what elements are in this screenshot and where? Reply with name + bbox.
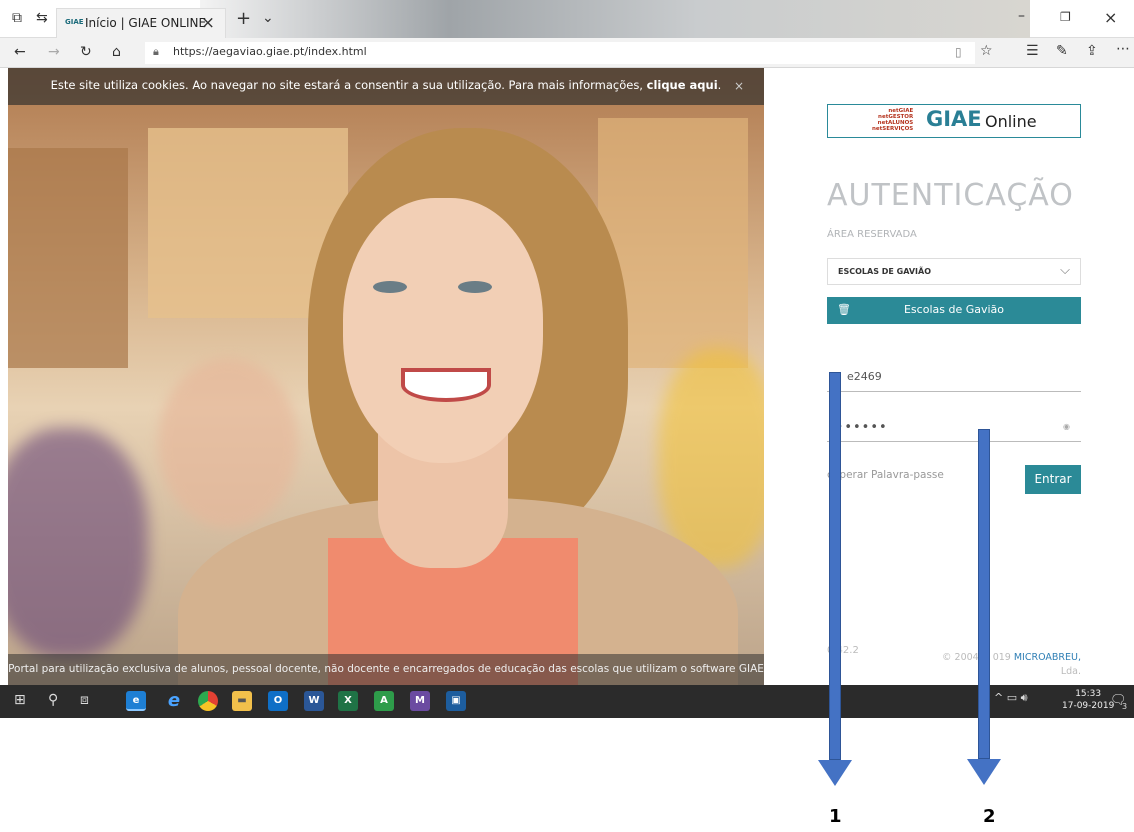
recover-password-link[interactable]: cuperar Palavra-passe [827, 469, 944, 481]
tab-set-icon[interactable]: ⧉ [12, 10, 22, 26]
cookie-text-end: . [717, 78, 722, 92]
reading-view-icon[interactable]: ▯ [955, 45, 962, 59]
logo-online: Online [985, 112, 1037, 131]
home-icon[interactable]: ⌂ [112, 44, 121, 60]
windows-start-icon[interactable]: ⊞ [14, 692, 26, 708]
copyright-end: Lda. [1060, 666, 1081, 677]
forward-icon[interactable]: → [48, 44, 60, 60]
cookie-close-icon[interactable]: × [734, 79, 744, 93]
new-tab-icon[interactable]: + [236, 8, 251, 29]
excel-icon[interactable]: X [338, 691, 358, 711]
tab-title: Início | GIAE ONLINE [85, 16, 207, 30]
tab-bar: ⧉ ⇆ GIAE Início | GIAE ONLINE × + ⌄ – ❐ … [0, 0, 1134, 38]
trash-icon[interactable]: 🗑︎ [837, 303, 851, 316]
app-m-icon[interactable]: M [410, 691, 430, 711]
search-icon[interactable]: ⚲ [48, 692, 58, 708]
annotation-arrow-2-head [967, 759, 1001, 785]
internet-explorer-icon[interactable]: e [164, 691, 184, 711]
show-password-icon[interactable]: ◉ [1063, 422, 1071, 431]
clock[interactable]: 15:33 17-09-2019 [1062, 688, 1114, 712]
edge-icon[interactable]: e [126, 691, 146, 711]
school-select-value: ESCOLAS DE GAVIÃO [838, 267, 931, 276]
word-icon[interactable]: W [304, 691, 324, 711]
outlook-icon[interactable]: O [268, 691, 288, 711]
tab-back-icon[interactable]: ⇆ [36, 10, 48, 26]
username-input[interactable]: e2469 [827, 364, 1081, 392]
more-icon[interactable]: ⋯ [1116, 41, 1130, 57]
address-bar-row: ← → ↻ ⌂ 🔒︎ https://aegaviao.giae.pt/inde… [0, 38, 1134, 68]
chevron-down-icon: ⌵ [1060, 263, 1070, 278]
logo-product-list: netGIAE netGESTOR netALUNOS netSERVIÇOS [872, 108, 914, 132]
hero-photo [8, 68, 764, 685]
favorite-star-icon[interactable]: ☆ [980, 43, 993, 59]
annotation-label-2: 2 [983, 806, 996, 827]
browser-tab[interactable]: GIAE Início | GIAE ONLINE × [56, 8, 226, 38]
annotation-arrow-1-head [818, 760, 852, 786]
copyright: © 2004 019 MICROABREU, Lda. [916, 651, 1081, 679]
school-select[interactable]: ESCOLAS DE GAVIÃO ⌵ [827, 258, 1081, 285]
cookie-text: Este site utiliza cookies. Ao navegar no… [50, 78, 647, 92]
annotation-arrow-1-shaft [829, 372, 841, 760]
area-label: ÁREA RESERVADA [827, 229, 917, 240]
password-input[interactable]: ••••••• ◉ [827, 416, 1081, 442]
pen-icon[interactable]: ✎ [1056, 43, 1068, 59]
taskbar: ⊞ ⚲ ⧈ e e ▬ O W X A M ▣ ^ ▭ 🔊︎ 15:33 17-… [0, 685, 1134, 718]
back-icon[interactable]: ← [14, 44, 26, 60]
url-field[interactable]: 🔒︎ https://aegaviao.giae.pt/index.html [145, 42, 975, 64]
page-title: AUTENTICAÇÃO [827, 178, 1074, 213]
system-tray-icons[interactable]: ^ ▭ 🔊︎ [994, 691, 1028, 705]
microabreu-link[interactable]: MICROABREU, [1014, 652, 1081, 663]
school-button-label: Escolas de Gavião [903, 303, 1005, 316]
login-button[interactable]: Entrar [1025, 465, 1081, 494]
close-tab-icon[interactable]: × [201, 13, 215, 33]
notification-count: 3 [1122, 702, 1128, 711]
giae-logo: netGIAE netGESTOR netALUNOS netSERVIÇOS … [827, 104, 1081, 138]
lock-icon: 🔒︎ [153, 45, 159, 58]
restore-icon[interactable]: ❐ [1060, 10, 1071, 24]
annotation-arrow-2-shaft [978, 429, 990, 759]
file-explorer-icon[interactable]: ▬ [232, 691, 252, 711]
portal-disclaimer: Portal para utilização exclusiva de alun… [8, 654, 764, 685]
school-button[interactable]: 🗑︎ Escolas de Gavião [827, 297, 1081, 324]
favorites-icon[interactable]: ☰ [1026, 43, 1039, 59]
clock-date: 17-09-2019 [1062, 701, 1115, 711]
chrome-icon[interactable] [198, 691, 218, 711]
app-a-icon[interactable]: A [374, 691, 394, 711]
cookie-banner: Este site utiliza cookies. Ao navegar no… [8, 68, 764, 105]
copyright-year: 019 [992, 652, 1014, 663]
logo-giae: GIAE [926, 107, 982, 131]
close-window-icon[interactable]: × [1104, 8, 1117, 27]
refresh-icon[interactable]: ↻ [80, 44, 92, 60]
share-icon[interactable]: ⇪ [1086, 43, 1098, 59]
tab-list-icon[interactable]: ⌄ [262, 10, 274, 26]
giae-favicon-icon: GIAE [65, 18, 84, 26]
cookie-link[interactable]: clique aqui [647, 78, 718, 92]
minimize-icon[interactable]: – [1018, 8, 1025, 24]
clock-time: 15:33 [1075, 689, 1102, 699]
annotation-label-1: 1 [829, 806, 842, 827]
url-text: https://aegaviao.giae.pt/index.html [173, 45, 367, 58]
task-view-icon[interactable]: ⧈ [80, 692, 89, 708]
copyright-prefix: © 2004 [942, 652, 979, 663]
app-window-icon[interactable]: ▣ [446, 691, 466, 711]
